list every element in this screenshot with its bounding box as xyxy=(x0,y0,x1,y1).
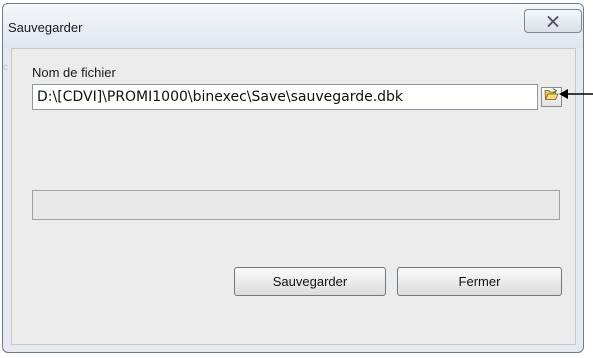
arrow-left-icon xyxy=(559,89,593,99)
file-path-field[interactable]: D:\[CDVI]\PROMI1000\binexec\Save\sauvega… xyxy=(32,84,538,110)
file-name-label: Nom de fichier xyxy=(32,65,116,80)
save-button[interactable]: Sauvegarder xyxy=(234,267,386,296)
edge-text: c xyxy=(3,62,8,73)
open-folder-icon xyxy=(544,88,559,106)
progress-bar xyxy=(32,190,560,220)
close-x-icon xyxy=(547,15,559,27)
title-bar[interactable]: Sauvegarder xyxy=(3,4,583,48)
window-title: Sauvegarder xyxy=(8,20,83,35)
save-dialog: Sauvegarder c Nom de fichier D:\[CDVI]\P… xyxy=(2,3,584,353)
close-dialog-button[interactable]: Fermer xyxy=(397,267,562,296)
close-button[interactable] xyxy=(524,9,582,33)
